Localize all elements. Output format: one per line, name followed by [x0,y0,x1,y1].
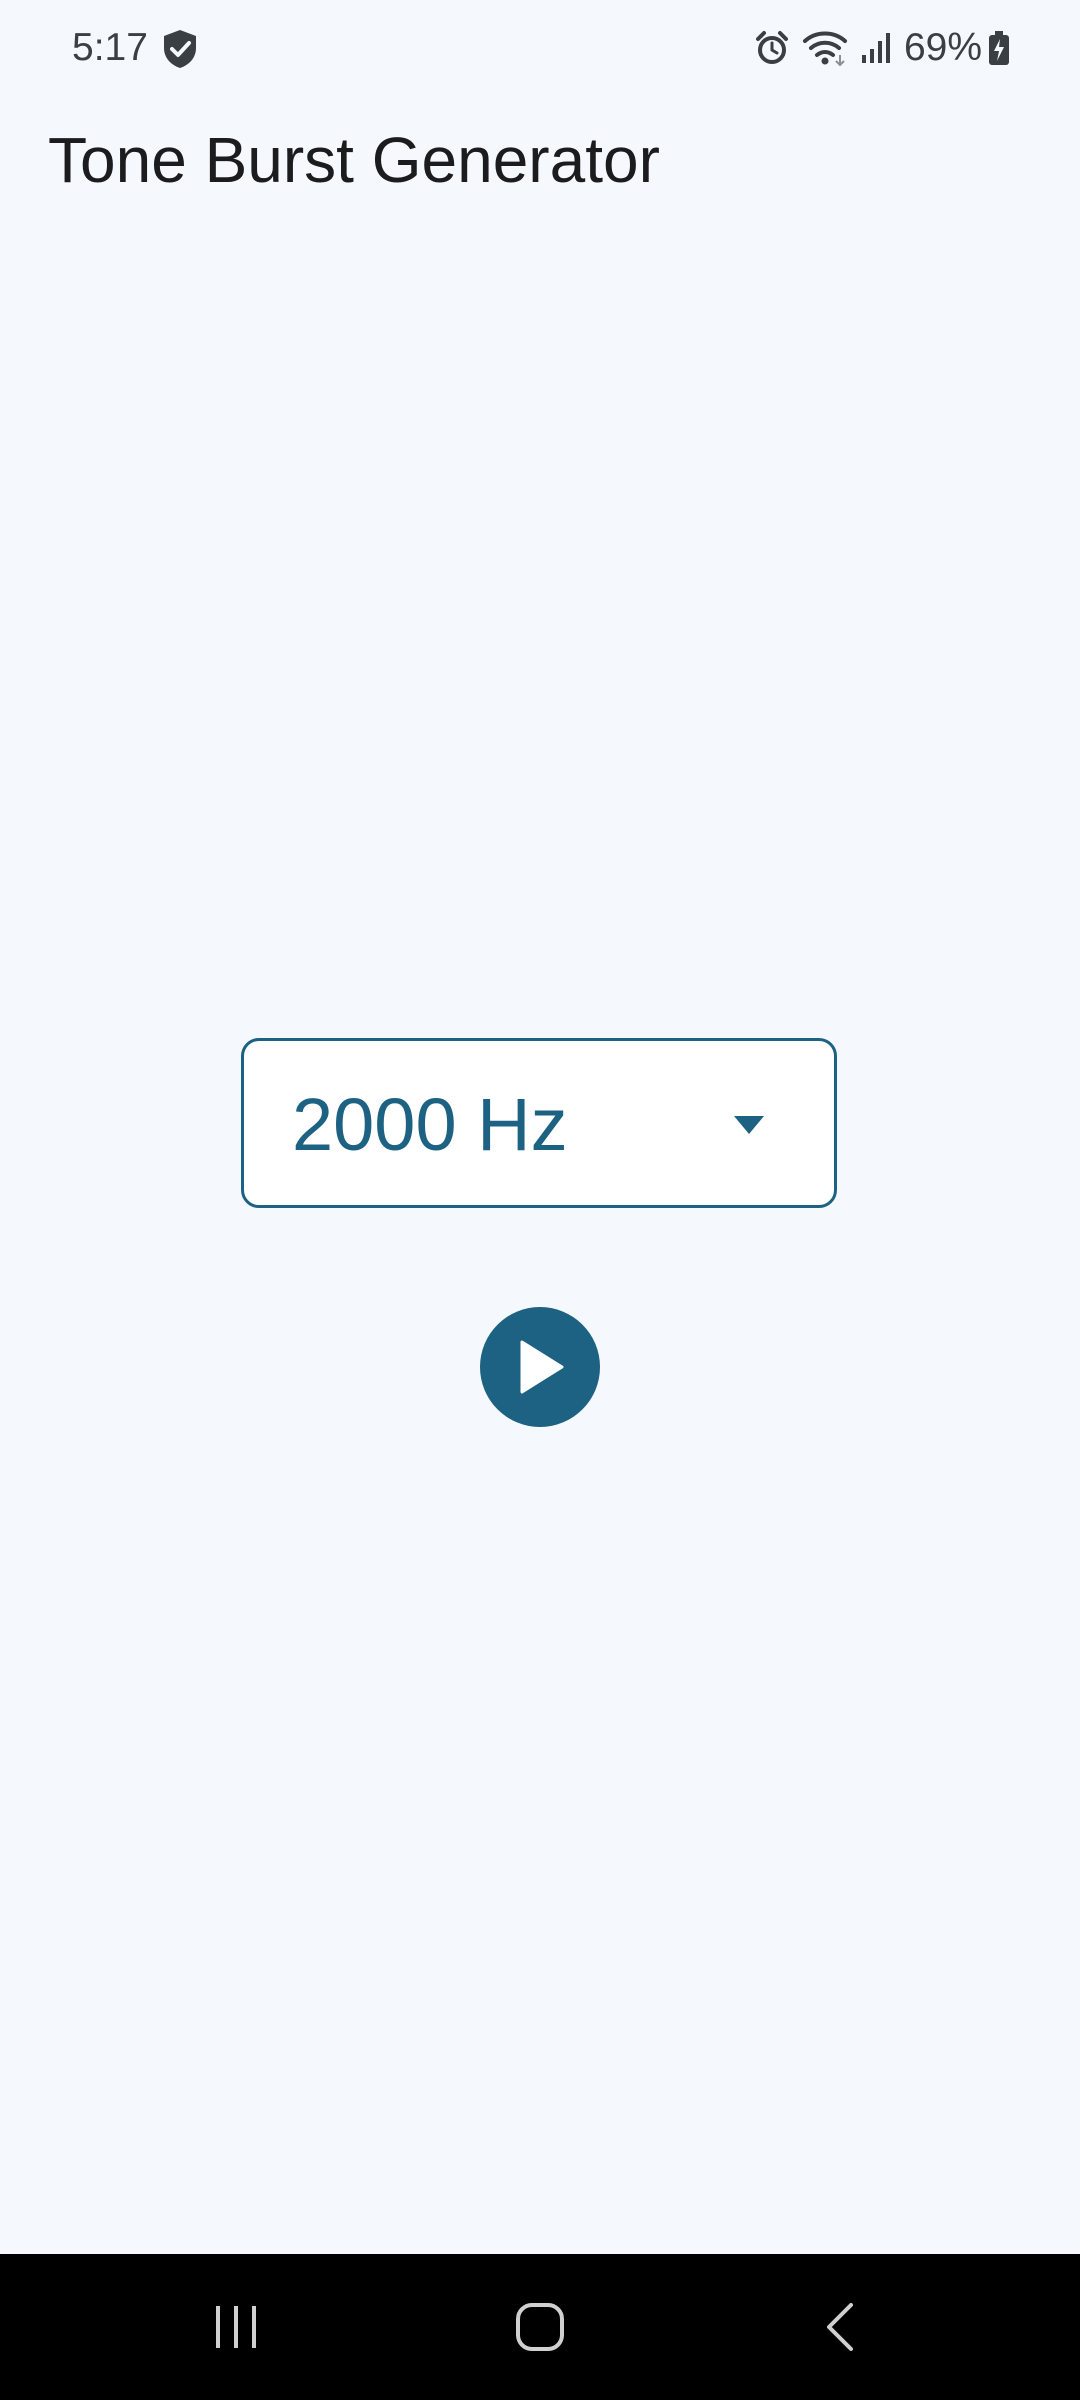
status-icons: 69% [742,22,1010,74]
page-title: Tone Burst Generator [48,124,660,196]
shield-check-icon [164,30,196,68]
wifi-icon [802,31,847,67]
frequency-selected-value: 2000 Hz [292,1083,568,1166]
back-icon [827,2303,853,2351]
frequency-dropdown[interactable]: 2000 Hz [241,1038,837,1208]
battery-charging-icon [989,31,1009,65]
status-bar: 5:17 69% [0,0,1080,96]
app-screen: 5:17 69% Tone Burst Generator 2000 Hz [0,0,1080,2400]
arrow-drop-down-icon [734,1116,764,1134]
recent-apps-button[interactable] [156,2254,316,2400]
home-button[interactable] [460,2254,620,2400]
back-button[interactable] [760,2254,920,2400]
play-button[interactable] [480,1307,600,1427]
play-icon [520,1340,564,1394]
alarm-icon [755,31,788,64]
home-icon [516,2303,564,2351]
recent-apps-icon [216,2306,256,2348]
status-time: 5:17 [72,26,148,69]
battery-percent: 69% [903,26,982,69]
navigation-bar [0,2254,1080,2400]
signal-icon [861,33,890,63]
